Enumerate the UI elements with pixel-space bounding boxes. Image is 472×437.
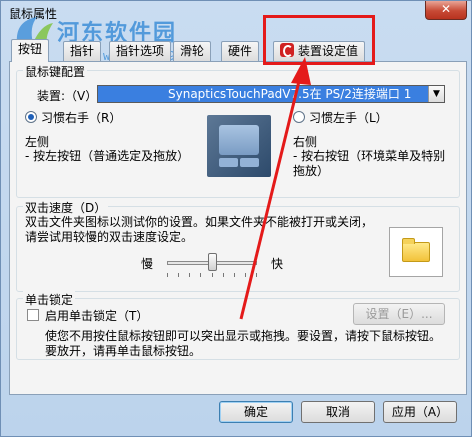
click-lock-group: 单击锁定 启用单击锁定（T） 设置（E）... 使您不用按住鼠标按钮即可以突出显… <box>16 291 460 360</box>
click-lock-checkbox[interactable] <box>27 309 39 321</box>
touchpad-icon <box>207 115 271 177</box>
slider-ticks <box>167 273 257 277</box>
tab-buttons[interactable]: 按钮 <box>11 39 50 62</box>
double-click-desc: 双击文件夹图标以测试你的设置。如果文件夹不能被打开或关闭，请尝试用较慢的双击速度… <box>25 215 374 244</box>
click-lock-label[interactable]: 启用单击锁定（T） <box>45 307 148 324</box>
apply-button[interactable]: 应用（A） <box>383 401 457 423</box>
tab-label: 滑轮 <box>180 44 205 58</box>
group-legend: 双击速度（D） <box>23 199 109 216</box>
tab-label: 硬件 <box>228 44 253 58</box>
button-config-group: 鼠标键配置 装置:（V） SynapticsTouchPadV7.5在 PS/2… <box>16 63 460 198</box>
cancel-button[interactable]: 取消 <box>301 401 375 423</box>
tab-hardware[interactable]: 硬件 <box>221 41 260 61</box>
right-hand-label[interactable]: 习惯右手（R） <box>41 109 121 126</box>
slow-label: 慢 <box>141 257 154 271</box>
tab-bar: 按钮 指针 指针选项 滑轮 硬件 装置设定值 <box>9 39 467 62</box>
group-legend: 单击锁定 <box>23 291 76 308</box>
device-select[interactable]: SynapticsTouchPadV7.5在 PS/2连接端口 1 ▼ <box>97 85 445 103</box>
left-button-title: 左侧 <box>25 135 50 149</box>
tab-label: 按钮 <box>18 42 43 56</box>
test-folder-area[interactable] <box>389 227 443 277</box>
double-click-slider-thumb[interactable] <box>207 253 217 271</box>
ok-button[interactable]: 确定 <box>219 401 293 423</box>
tab-label: 指针选项 <box>116 44 165 58</box>
mouse-properties-window: 鼠标属性 ✕ 河东软件园 www.pc0359.cn 按钮 指针 指针选项 滑轮… <box>0 0 472 437</box>
click-lock-desc: 使您不用按住鼠标按钮即可以突出显示或拖拽。要设置，请按下鼠标按钮。要放开，请再单… <box>45 329 442 358</box>
tab-pointers[interactable]: 指针 <box>63 41 102 61</box>
fast-label: 快 <box>271 257 284 271</box>
tab-pointer-options[interactable]: 指针选项 <box>109 41 172 61</box>
tab-label: 指针 <box>70 44 95 58</box>
device-label: 装置:（V） <box>37 89 98 103</box>
close-button[interactable]: ✕ <box>425 1 467 20</box>
folder-icon[interactable] <box>402 238 430 262</box>
right-button-desc: - 按右按钮（环境菜单及特别拖放） <box>293 149 446 178</box>
group-legend: 鼠标键配置 <box>23 63 88 80</box>
tab-wheel[interactable]: 滑轮 <box>173 41 212 61</box>
device-value: SynapticsTouchPadV7.5在 PS/2连接端口 1 <box>168 87 412 101</box>
double-click-group: 双击速度（D） 双击文件夹图标以测试你的设置。如果文件夹不能被打开或关闭，请尝试… <box>16 199 460 292</box>
chevron-down-icon[interactable]: ▼ <box>428 86 444 102</box>
click-lock-settings-button[interactable]: 设置（E）... <box>353 303 445 325</box>
left-button-desc: - 按左按钮（普通选定及拖放） <box>25 149 190 163</box>
right-button-title: 右侧 <box>293 135 318 149</box>
title-bar: 鼠标属性 ✕ <box>1 1 472 29</box>
left-hand-label[interactable]: 习惯左手（L） <box>309 109 388 126</box>
window-title: 鼠标属性 <box>9 7 58 21</box>
right-hand-radio[interactable] <box>25 111 37 123</box>
highlight-box <box>263 15 375 65</box>
buttons-panel: 鼠标键配置 装置:（V） SynapticsTouchPadV7.5在 PS/2… <box>9 61 467 395</box>
left-hand-radio[interactable] <box>293 111 305 123</box>
